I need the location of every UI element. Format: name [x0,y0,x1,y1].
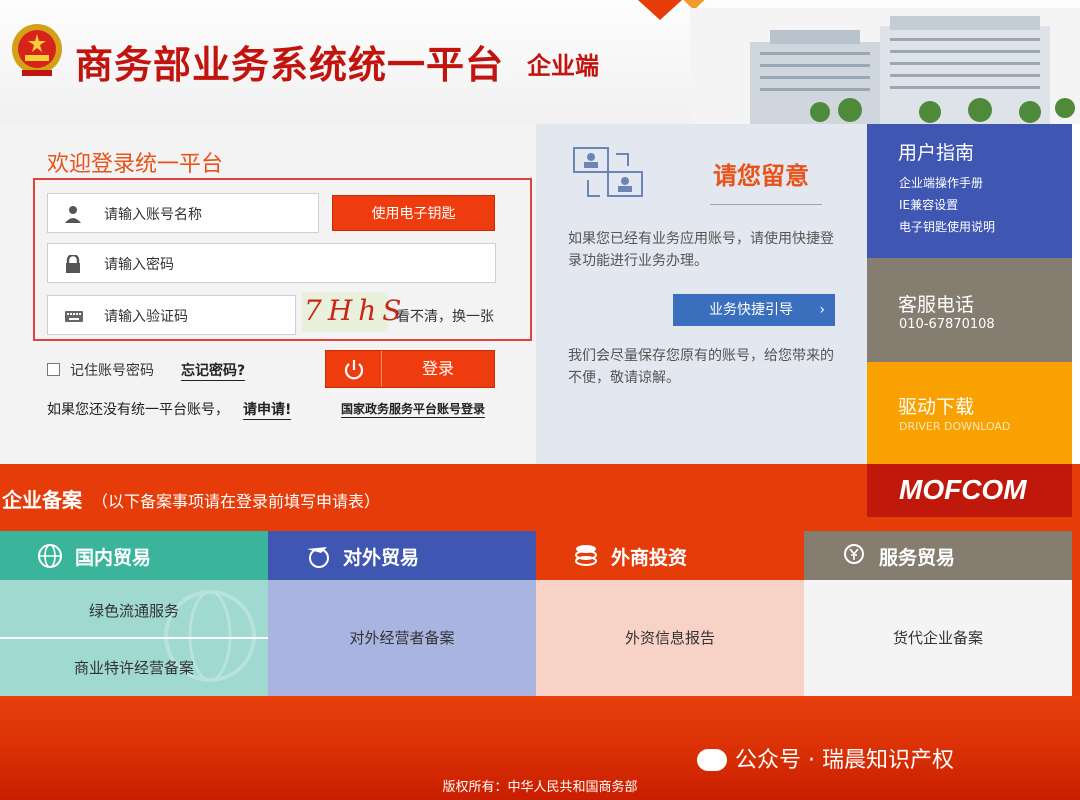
login-panel: 欢迎登录统一平台 请输入账号名称 使用电子钥匙 请输入密码 请输入验证码 7Hh… [0,124,536,464]
domestic-trade-title: 国内贸易 [75,547,152,569]
franchise-filing-link[interactable]: 商业特许经营备案 [0,657,268,678]
notice-panel: 请您留意 如果您已经有业务应用账号，请使用快捷登录功能进行业务办理。 业务快捷引… [536,124,867,464]
forgot-password-link[interactable]: 忘记密码? [181,360,246,381]
header: 商务部业务系统统一平台 企业端 [0,0,1080,124]
mofcom-logo-text: MOFCOM [899,474,1027,505]
driver-title: 驱动下载 [898,396,975,418]
chevron-right-icon: › [819,302,825,318]
guide-link-ie-settings[interactable]: IE兼容设置 [899,196,958,213]
register-link[interactable]: 请申请! [243,399,292,420]
divider [0,637,268,639]
copyright-text: 版权所有：中华人民共和国商务部 [442,780,638,795]
watermark-text: 公众号 · 瑞晨知识产权 [735,748,954,773]
user-icon [65,206,81,223]
captcha-image[interactable]: 7HhS [302,292,401,332]
coins-icon [575,545,597,566]
login-label: 登录 [421,359,454,378]
wechat-icon [697,749,727,771]
foreign-investment-body: 外资信息报告 [536,580,804,696]
password-input[interactable]: 请输入密码 [47,243,496,283]
notice-text-apology: 我们会尽量保存您原有的账号，给您带来的不便，敬请谅解。 [568,348,834,386]
mofcom-logo: MOFCOM [867,464,1072,517]
customer-service-panel: 客服电话 010-67870108 [867,258,1072,362]
welcome-heading: 欢迎登录统一平台 [47,152,224,177]
globe-icon [38,544,62,568]
checkbox-square[interactable] [47,363,60,376]
lock-icon [66,255,80,273]
captcha-input[interactable]: 请输入验证码 [47,295,296,335]
yen-hand-icon [844,544,864,564]
filing-title: 企业备案 [2,488,82,512]
notice-title: 请您留意 [713,162,809,190]
guide-link-manual[interactable]: 企业端操作手册 [899,174,983,191]
keyboard-icon [65,311,83,322]
user-guide-panel: 用户指南 企业端操作手册 IE兼容设置 电子钥匙使用说明 [867,124,1072,258]
domestic-trade-header[interactable]: 国内贸易 [0,531,268,580]
service-trade-header[interactable]: 服务贸易 [804,531,1072,580]
no-account-text: 如果您还没有统一平台账号， [47,402,229,418]
ministry-building-image [690,8,1080,124]
notice-text-existing-account: 如果您已经有业务应用账号，请使用快捷登录功能进行业务办理。 [568,231,834,269]
service-trade-title: 服务贸易 [879,547,956,569]
driver-subtitle: DRIVER DOWNLOAD [899,420,1011,433]
service-phone: 010-67870108 [899,317,995,332]
guide-link-ekey-manual[interactable]: 电子钥匙使用说明 [899,218,995,235]
service-trade-body: 货代企业备案 [804,580,1072,696]
user-guide-title: 用户指南 [898,142,975,164]
quick-guide-button[interactable]: 业务快捷引导 › [673,294,835,326]
captcha-placeholder: 请输入验证码 [104,309,188,325]
account-placeholder: 请输入账号名称 [104,207,202,223]
quick-guide-label: 业务快捷引导 [709,302,793,318]
driver-download-panel[interactable]: 驱动下载 DRIVER DOWNLOAD [867,362,1072,464]
power-icon [326,351,382,387]
captcha-code: 7HhS [304,294,408,327]
foreign-operator-filing-link[interactable]: 对外经营者备案 [268,627,536,648]
foreign-trade-title: 对外贸易 [343,547,420,569]
domestic-trade-body: 绿色流通服务 商业特许经营备案 [0,580,268,696]
filing-note: （以下备案事项请在登录前填写申请表） [92,492,381,511]
gov-service-login-link[interactable]: 国家政务服务平台账号登录 [341,400,486,418]
foreign-trade-body: 对外经营者备案 [268,580,536,696]
electronic-key-button[interactable]: 使用电子钥匙 [332,195,495,231]
foreign-investment-header[interactable]: 外商投资 [536,531,804,580]
account-input[interactable]: 请输入账号名称 [47,193,319,233]
remember-checkbox[interactable]: 记住账号密码 [47,360,154,380]
login-button[interactable]: 登录 [325,350,495,388]
wechat-watermark: 公众号 · 瑞晨知识产权 [697,742,954,774]
foreign-investment-report-link[interactable]: 外资信息报告 [536,627,804,648]
site-subtitle: 企业端 [527,51,599,80]
national-emblem-logo [12,24,62,76]
green-circulation-link[interactable]: 绿色流通服务 [0,600,268,621]
freight-agent-filing-link[interactable]: 货代企业备案 [804,627,1072,648]
accounts-illustration-icon [573,147,643,197]
divider [710,204,822,205]
foreign-trade-header[interactable]: 对外贸易 [268,531,536,580]
captcha-refresh-link[interactable]: 看不清，换一张 [396,306,494,326]
remember-label: 记住账号密码 [70,363,154,379]
site-title: 商务部业务系统统一平台 [75,42,505,87]
foreign-investment-title: 外商投资 [611,547,688,569]
password-placeholder: 请输入密码 [104,257,174,273]
airplane-globe-icon [307,547,329,568]
service-title: 客服电话 [898,294,975,316]
